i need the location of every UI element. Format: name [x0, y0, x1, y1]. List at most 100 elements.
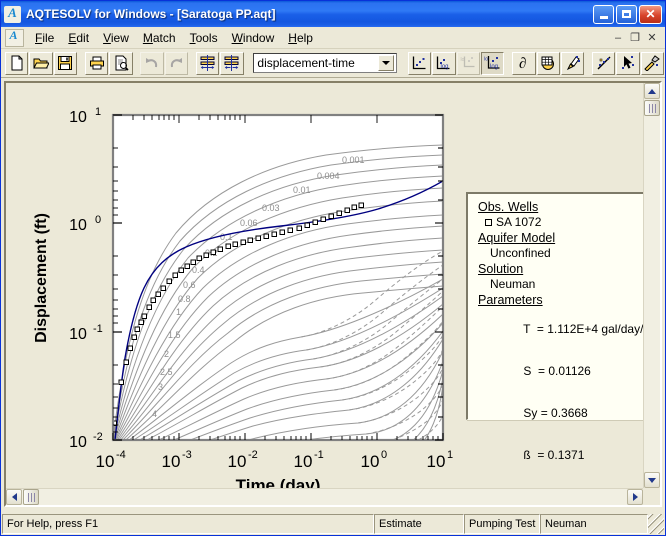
linear-linear-plot-button[interactable]	[407, 51, 432, 75]
select-pointer-button[interactable]	[616, 51, 640, 75]
obs-well-name: SA 1072	[496, 215, 542, 229]
status-test-type: Pumping Test	[464, 514, 540, 534]
print-preview-button[interactable]	[109, 51, 133, 75]
toolbar-separator	[401, 52, 408, 75]
svg-text:0: 0	[95, 214, 101, 226]
results-info-panel: Obs. Wells SA 1072 Aquifer Model Unconfi…	[466, 192, 643, 462]
main-toolbar: displacement-time log lo lo log ∂	[1, 49, 665, 78]
svg-text:0.004: 0.004	[317, 171, 340, 181]
svg-text:10: 10	[427, 452, 446, 471]
resize-grip-icon[interactable]	[648, 514, 664, 534]
svg-text:1.5: 1.5	[168, 330, 181, 340]
param-value-Sy: = 0.3668	[540, 406, 588, 420]
svg-text:0.001: 0.001	[342, 155, 365, 165]
svg-text:0.6: 0.6	[183, 280, 196, 290]
param-name-T: T	[523, 322, 537, 336]
log-linear-plot-button[interactable]: lo	[456, 51, 481, 75]
param-value-T: = 1.112E+4 gal/day/ft	[536, 322, 643, 336]
mdi-restore-button[interactable]: ❐	[627, 30, 643, 45]
open-square-marker-icon	[485, 218, 492, 226]
scroll-right-button[interactable]	[627, 489, 643, 505]
svg-text:lo: lo	[460, 57, 464, 63]
menu-match[interactable]: Match	[136, 29, 183, 47]
menu-help[interactable]: Help	[281, 29, 320, 47]
toolbar-separator	[505, 52, 512, 75]
parameter-specific-yield: Sy = 0.3668	[478, 392, 637, 434]
parameters-heading: Parameters	[478, 293, 543, 307]
open-file-button[interactable]	[29, 51, 53, 75]
param-value-beta: = 0.1371	[537, 448, 585, 462]
toolbar-separator	[189, 52, 196, 75]
svg-text:1: 1	[176, 307, 181, 317]
solution-value: Neuman	[490, 277, 536, 291]
menu-edit[interactable]: Edit	[61, 29, 96, 47]
minimize-button[interactable]	[593, 4, 614, 24]
svg-text:-2: -2	[248, 449, 258, 461]
active-type-curve-button[interactable]	[640, 51, 665, 75]
param-name-S: S	[523, 364, 539, 378]
scroll-down-button[interactable]	[644, 472, 660, 488]
menu-tools[interactable]: Tools	[183, 29, 225, 47]
svg-text:log: log	[441, 64, 449, 70]
automatic-match-button[interactable]	[592, 51, 616, 75]
scroll-up-button[interactable]	[644, 83, 660, 99]
svg-text:0.06: 0.06	[240, 218, 258, 228]
svg-text:-1: -1	[314, 449, 324, 461]
horizontal-scroll-thumb[interactable]	[23, 489, 39, 505]
app-icon: A	[4, 5, 21, 23]
mdi-minimize-button[interactable]: –	[610, 30, 626, 45]
well-selection-button[interactable]	[195, 51, 220, 75]
document-icon[interactable]: A	[5, 28, 24, 47]
scroll-left-button[interactable]	[6, 489, 22, 505]
close-button[interactable]: ✕	[639, 4, 662, 24]
new-file-button[interactable]	[5, 51, 29, 75]
status-help-text: For Help, press F1	[2, 514, 374, 534]
svg-text:lo: lo	[484, 57, 488, 63]
svg-text:0: 0	[381, 449, 387, 461]
undo-button[interactable]	[140, 51, 164, 75]
redo-button[interactable]	[164, 51, 189, 75]
save-file-button[interactable]	[53, 51, 78, 75]
log-log-plot-button[interactable]: lo log	[481, 51, 505, 75]
toolbar-separator	[245, 52, 252, 75]
svg-text:log: log	[490, 64, 498, 70]
status-estimate: Estimate	[374, 514, 464, 534]
status-bar: For Help, press F1 Estimate Pumping Test…	[2, 514, 664, 534]
y-tick-labels: 10 1 10 0 10 -1 10 -2	[69, 106, 103, 451]
svg-text:-1: -1	[93, 323, 103, 335]
svg-text:10: 10	[361, 452, 380, 471]
maximize-button[interactable]	[616, 4, 637, 24]
svg-text:0.8: 0.8	[178, 294, 191, 304]
svg-text:10: 10	[96, 452, 115, 471]
svg-text:0.01: 0.01	[293, 185, 311, 195]
menu-file[interactable]: File	[28, 29, 61, 47]
chevron-down-icon[interactable]	[378, 55, 395, 71]
parameter-storativity: S = 0.01126	[478, 350, 637, 392]
svg-text:∂: ∂	[519, 56, 526, 71]
solution-heading: Solution	[478, 262, 524, 276]
linear-log-plot-button[interactable]: log	[432, 51, 456, 75]
horizontal-scrollbar[interactable]	[6, 488, 643, 505]
grid-table-button[interactable]	[536, 51, 560, 75]
derivative-button[interactable]: ∂	[512, 51, 536, 75]
menu-view[interactable]: View	[96, 29, 136, 47]
plot-type-select[interactable]: displacement-time	[253, 53, 398, 73]
svg-text:1: 1	[95, 106, 101, 118]
toolbar-separator	[134, 52, 141, 75]
svg-text:-2: -2	[93, 431, 103, 443]
svg-text:-4: -4	[116, 449, 126, 461]
toolbar-separator	[585, 52, 592, 75]
vertical-scrollbar[interactable]	[643, 83, 660, 488]
menu-window[interactable]: Window	[225, 29, 282, 47]
param-name-beta: ß	[523, 448, 538, 462]
vertical-scroll-thumb[interactable]	[644, 100, 660, 116]
parameter-transmissivity: T = 1.112E+4 gal/day/ft	[478, 308, 643, 350]
aquifer-data-button[interactable]	[220, 51, 244, 75]
mdi-close-button[interactable]: ✕	[644, 30, 660, 45]
svg-text:2: 2	[164, 349, 169, 359]
param-value-S: = 0.01126	[538, 364, 591, 378]
visual-match-button[interactable]	[560, 51, 585, 75]
print-button[interactable]	[84, 51, 109, 75]
mdi-client-area: 0.001 0.004 0.01 0.03 0.06 0.1 0.2 0.4 0…	[4, 81, 662, 507]
x-tick-labels: 10 -4 10 -3 10 -2 10 -1 10 0 10 1	[96, 449, 454, 471]
